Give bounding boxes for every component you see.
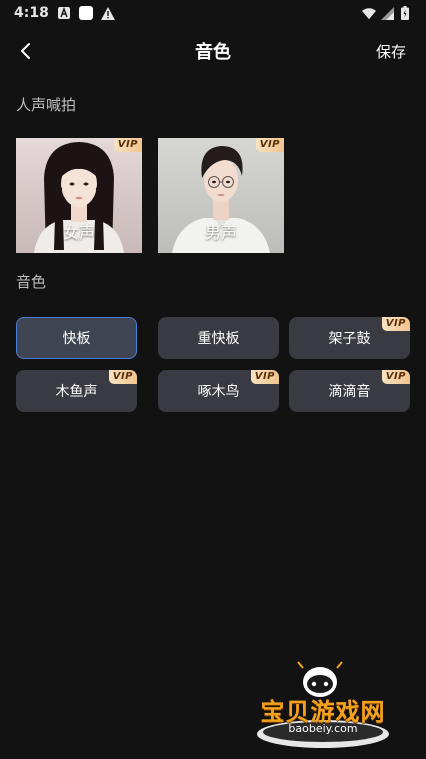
battery-icon — [398, 6, 412, 20]
vip-badge: VIP — [255, 138, 284, 152]
tone-label: 架子鼓 — [328, 331, 371, 347]
screen: 4:18 音色 保存 人声喊拍 VIP 女声 VIP 男声 音色 快板 重快板 … — [0, 0, 426, 759]
voice-card-label: 男声 — [204, 223, 237, 242]
watermark-url: baobeiy.com — [288, 722, 358, 735]
tone-label: 重快板 — [197, 331, 240, 347]
tone-button-zhongkuaiban[interactable]: 重快板 — [158, 317, 279, 359]
tone-label: 木鱼声 — [55, 384, 98, 400]
vip-badge: VIP — [113, 138, 142, 152]
tone-button-zhuomuniao[interactable]: 啄木鸟 VIP — [158, 370, 279, 412]
vip-badge: VIP — [381, 370, 410, 384]
voice-card-female[interactable]: VIP 女声 — [16, 138, 142, 253]
tone-label: 啄木鸟 — [197, 384, 240, 400]
signal-icon — [380, 6, 394, 20]
status-bar: 4:18 — [0, 0, 426, 26]
status-right — [362, 6, 412, 20]
tone-button-jiazigu[interactable]: 架子鼓 VIP — [289, 317, 410, 359]
tone-button-kuaiban[interactable]: 快板 — [16, 317, 137, 359]
vip-badge: VIP — [108, 370, 137, 384]
notification-square-icon — [78, 6, 93, 20]
page-title: 音色 — [195, 42, 231, 63]
voice-card-male[interactable]: VIP 男声 — [158, 138, 284, 253]
voice-section-title: 人声喊拍 — [16, 96, 77, 114]
notification-a-icon — [57, 6, 71, 20]
save-button[interactable]: 保存 — [376, 41, 406, 62]
tone-label: 快板 — [62, 331, 91, 347]
warning-icon — [100, 6, 115, 20]
wifi-icon — [362, 6, 376, 20]
header: 音色 保存 — [0, 26, 426, 76]
vip-badge: VIP — [250, 370, 279, 384]
status-time: 4:18 — [14, 5, 49, 21]
vip-badge: VIP — [381, 317, 410, 331]
watermark: 宝贝游戏网 baobeiy.com — [248, 660, 398, 752]
tone-section-title: 音色 — [16, 273, 47, 291]
status-left: 4:18 — [14, 5, 115, 21]
tone-label: 滴滴音 — [328, 384, 371, 400]
tone-button-muyusheng[interactable]: 木鱼声 VIP — [16, 370, 137, 412]
voice-card-label: 女声 — [62, 223, 95, 242]
tone-button-didiyin[interactable]: 滴滴音 VIP — [289, 370, 410, 412]
